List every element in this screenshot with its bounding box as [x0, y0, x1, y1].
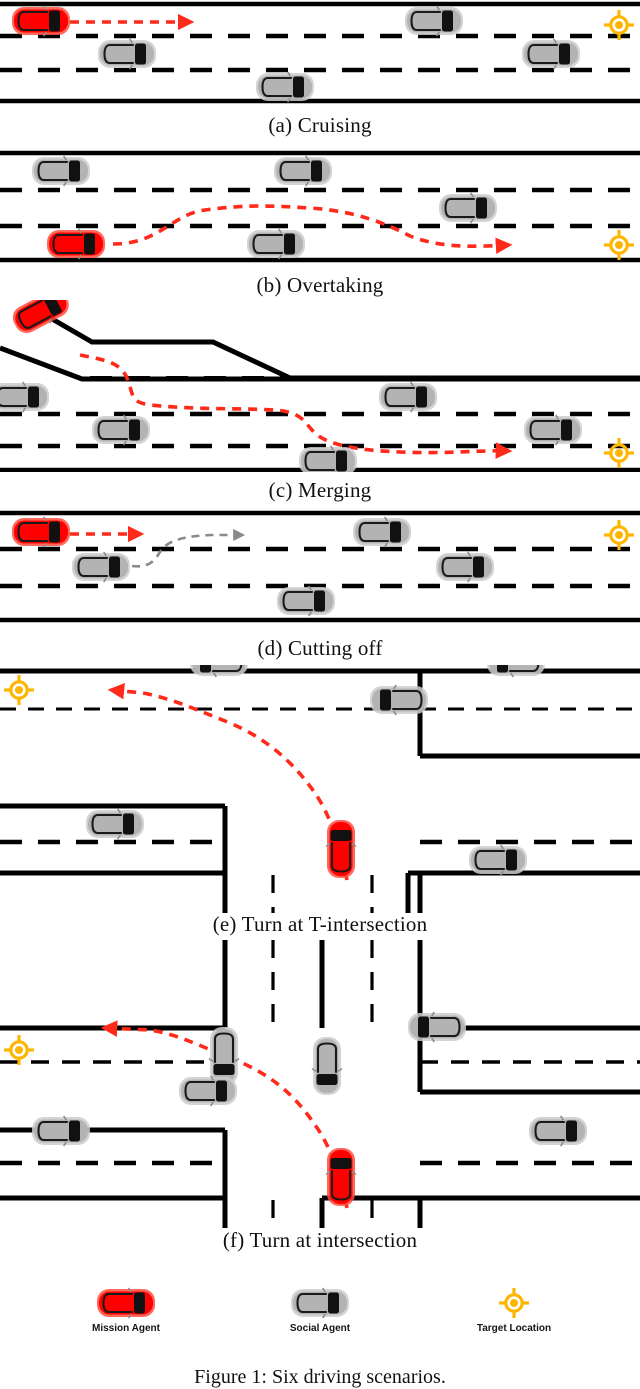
- legend-item-gray-car: Social Agent: [252, 1286, 388, 1334]
- social-agent-car: [179, 1075, 237, 1107]
- scenario-diagram-e: [0, 665, 640, 913]
- social-agent-car: [86, 808, 144, 840]
- social-agent-car: [311, 1037, 343, 1095]
- social-agent-car: [299, 445, 357, 472]
- gray-car-icon: [291, 1287, 349, 1319]
- scenario-panel-f: [0, 940, 640, 1228]
- mission-agent-car: [12, 516, 70, 548]
- social-agent-car: [408, 1011, 466, 1043]
- scenario-diagram-a: [0, 1, 640, 104]
- target-location-icon: [604, 230, 634, 260]
- social-agent-car: [274, 155, 332, 187]
- gray-car-icon: [284, 1286, 356, 1320]
- figure-root: (a) Cruising (b) Overtaking (c) Merging (d)…: [0, 0, 640, 1388]
- social-agent-car: [487, 665, 545, 678]
- on-ramp-outer-edge: [26, 302, 640, 381]
- social-agent-car: [436, 551, 494, 583]
- mission-agent-car: [12, 300, 69, 334]
- legend-items: Mission Agent Social Agent Target Location: [0, 1286, 640, 1334]
- legend-label: Social Agent: [289, 1323, 351, 1334]
- social-agent-car: [98, 38, 156, 70]
- scenario-panel-d: [0, 508, 640, 626]
- scenario-diagram-f: [0, 940, 640, 1228]
- gray-car-icon-svg: [291, 1287, 349, 1319]
- social-agent-car: [439, 192, 497, 224]
- legend-item-red-car: Mission Agent: [58, 1286, 194, 1334]
- social-agent-car: [256, 71, 314, 103]
- red-car-icon: [90, 1286, 162, 1320]
- mission-agent-car: [325, 1148, 357, 1206]
- red-car-icon: [97, 1287, 155, 1319]
- social-agent-car: [32, 155, 90, 187]
- social-agent-car: [32, 1115, 90, 1147]
- target-location-icon: [604, 438, 634, 468]
- target-crosshair-icon: [478, 1286, 550, 1320]
- social-agent-car: [522, 38, 580, 70]
- on-ramp-inner-edge: [0, 345, 640, 382]
- social-agent-trajectory: [131, 529, 246, 568]
- social-agent-car: [405, 5, 463, 37]
- social-agent-car: [208, 1027, 240, 1085]
- panel-caption-d: (d) Cutting off: [257, 636, 383, 660]
- vehicles: [32, 1011, 587, 1206]
- target-crosshair-icon-svg: [499, 1288, 529, 1318]
- vehicles: [86, 665, 545, 878]
- target-location-icon: [4, 675, 34, 705]
- social-agent-car: [247, 228, 305, 260]
- scenario-diagram-c: [0, 300, 640, 472]
- scenario-panel-c: [0, 300, 640, 472]
- scenario-panel-e: [0, 665, 640, 913]
- social-agent-car: [379, 381, 437, 413]
- mission-agent-car: [325, 820, 357, 878]
- social-agent-car: [190, 665, 248, 678]
- vehicles: [12, 5, 580, 103]
- social-agent-car: [529, 1115, 587, 1147]
- social-agent-car: [92, 414, 150, 446]
- social-agent-car: [72, 551, 130, 583]
- panel-caption-c: (c) Merging: [268, 478, 372, 502]
- panel-caption-b: (b) Overtaking: [256, 273, 384, 297]
- legend-item-target-crosshair: Target Location: [446, 1286, 582, 1334]
- scenario-panel-a: [0, 0, 640, 112]
- panel-caption-a: (a) Cruising: [268, 113, 372, 137]
- legend-label: Target Location: [476, 1323, 552, 1334]
- panel-caption-e: (e) Turn at T-intersection: [212, 912, 428, 936]
- figure-caption: Figure 1: Six driving scenarios.: [194, 1366, 446, 1388]
- social-agent-car: [524, 414, 582, 446]
- figure-legend: Mission Agent Social Agent Target Location: [0, 1286, 640, 1356]
- legend-label: Mission Agent: [92, 1323, 160, 1334]
- social-agent-car: [370, 684, 428, 716]
- social-agent-car: [469, 844, 527, 876]
- target-crosshair-icon: [499, 1288, 529, 1318]
- mission-agent-trajectory: [107, 682, 349, 881]
- scenario-panel-b: [0, 148, 640, 266]
- social-agent-car: [277, 585, 335, 617]
- road-surface: [0, 668, 640, 913]
- road-surface: [0, 302, 640, 472]
- target-location-icon: [604, 520, 634, 550]
- panel-caption-f: (f) Turn at intersection: [222, 1228, 418, 1252]
- red-car-icon-svg: [97, 1287, 155, 1319]
- mission-agent-car: [47, 228, 105, 260]
- vehicles: [12, 516, 494, 617]
- mission-agent-car: [12, 5, 70, 37]
- scenario-diagram-b: [0, 150, 640, 263]
- social-agent-car: [0, 381, 49, 413]
- social-agent-car: [353, 516, 411, 548]
- scenario-diagram-d: [0, 510, 640, 623]
